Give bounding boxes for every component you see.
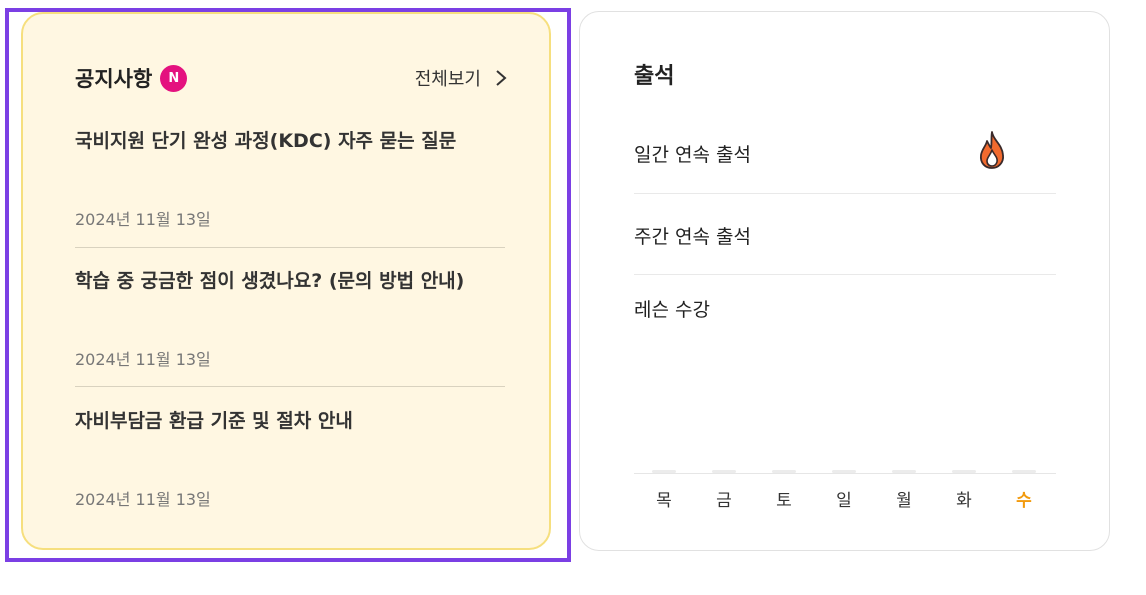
week-day-label: 금 bbox=[716, 491, 732, 511]
notice-title-wrap: 공지사항 N bbox=[75, 63, 188, 93]
week-day-bar bbox=[952, 470, 976, 473]
attendance-card: 출석 일간 연속 출석 주간 연속 출석 레슨 수강 목 금 토 일 월 화 수 bbox=[579, 11, 1110, 551]
new-badge: N bbox=[160, 64, 188, 92]
week-day-bar bbox=[832, 470, 856, 473]
notice-item[interactable]: 자비부담금 환급 기준 및 절차 안내 2024년 11월 13일 bbox=[75, 406, 505, 509]
weekly-streak-label: 주간 연속 출석 bbox=[634, 226, 751, 248]
week-axis-line bbox=[634, 473, 1056, 474]
week-day-bar bbox=[712, 470, 736, 473]
notice-header: 공지사항 N 전체보기 bbox=[75, 60, 507, 96]
week-day-bar bbox=[652, 470, 676, 473]
notice-divider bbox=[75, 247, 505, 248]
week-day-bar bbox=[772, 470, 796, 473]
weekly-streak-row: 주간 연속 출석 bbox=[634, 194, 1056, 276]
notice-item-title[interactable]: 국비지원 단기 완성 과정(KDC) 자주 묻는 질문 bbox=[75, 126, 505, 153]
notice-item-date: 2024년 11월 13일 bbox=[75, 490, 211, 509]
lesson-label: 레슨 수강 bbox=[634, 299, 710, 321]
daily-streak-label: 일간 연속 출석 bbox=[634, 144, 751, 166]
week-day-bar bbox=[892, 470, 916, 473]
notice-card: 공지사항 N 전체보기 국비지원 단기 완성 과정(KDC) 자주 묻는 질문 … bbox=[21, 12, 551, 550]
lesson-row: 레슨 수강 bbox=[634, 275, 1056, 357]
week-day-bar bbox=[1012, 470, 1036, 473]
week-day-label: 화 bbox=[956, 491, 972, 511]
notice-item[interactable]: 국비지원 단기 완성 과정(KDC) 자주 묻는 질문 2024년 11월 13… bbox=[75, 126, 505, 229]
notice-item-date: 2024년 11월 13일 bbox=[75, 350, 211, 369]
notice-item-date: 2024년 11월 13일 bbox=[75, 210, 211, 229]
attendance-title: 출석 bbox=[634, 64, 675, 89]
notice-divider bbox=[75, 386, 505, 387]
notice-title: 공지사항 bbox=[75, 67, 153, 91]
view-all-link[interactable]: 전체보기 bbox=[415, 65, 507, 91]
notice-item-title[interactable]: 학습 중 궁금한 점이 생겼나요? (문의 방법 안내) bbox=[75, 266, 505, 293]
week-day-label: 월 bbox=[896, 491, 912, 511]
week-day-label: 목 bbox=[656, 491, 672, 511]
view-all-label: 전체보기 bbox=[414, 69, 481, 90]
week-day-label: 수 bbox=[1016, 491, 1032, 511]
week-day-label: 토 bbox=[776, 491, 792, 511]
week-day-label: 일 bbox=[836, 491, 852, 511]
fire-icon bbox=[979, 131, 1004, 169]
notice-item-title[interactable]: 자비부담금 환급 기준 및 절차 안내 bbox=[75, 406, 505, 433]
notice-item[interactable]: 학습 중 궁금한 점이 생겼나요? (문의 방법 안내) 2024년 11월 1… bbox=[75, 266, 505, 369]
chevron-right-icon bbox=[496, 70, 507, 86]
